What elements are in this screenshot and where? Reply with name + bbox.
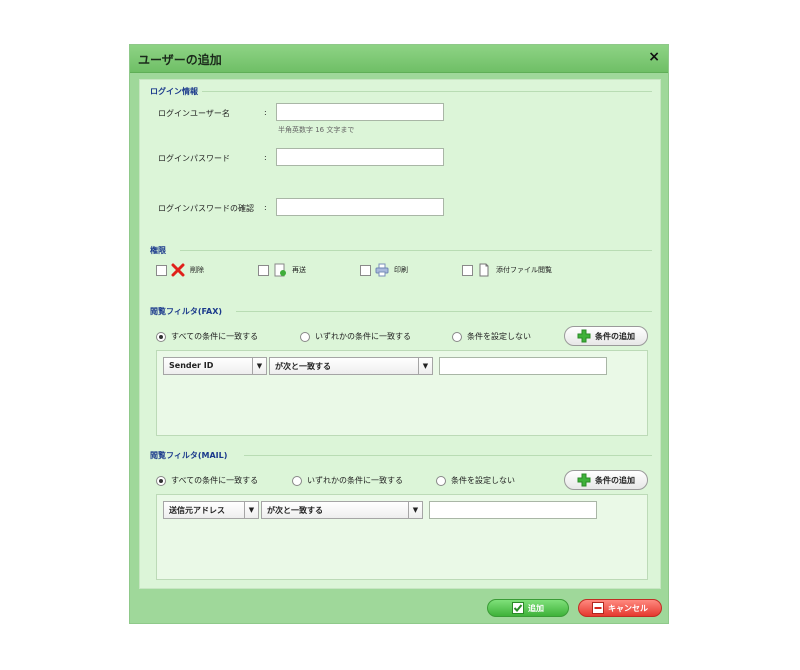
chevron-down-icon: ▼: [408, 502, 422, 518]
dialog-content-panel: ログイン情報 ログインユーザー名 : 半角英数字 16 文字まで ログインパスワ…: [139, 79, 661, 589]
select-value: Sender ID: [169, 361, 214, 370]
radio-button[interactable]: [436, 475, 446, 486]
fax-operator-select[interactable]: が次と一致する ▼: [269, 357, 433, 375]
section-title-login: ログイン情報: [150, 87, 198, 96]
permission-print[interactable]: 印刷: [360, 263, 408, 277]
section-title-mail-filter: 閲覧フィルタ(MAIL): [150, 451, 228, 460]
attachment-document-icon: [479, 263, 489, 277]
radio-button[interactable]: [156, 475, 166, 486]
permission-label: 添付ファイル閲覧: [496, 266, 552, 274]
fax-condition-value-input[interactable]: [439, 357, 607, 375]
mail-add-condition-button[interactable]: 条件の追加: [564, 470, 648, 490]
dialog-title-bar: ユーザーの追加 ×: [130, 45, 668, 73]
printer-icon: [375, 263, 389, 277]
mail-condition-list: 送信元アドレス ▼ が次と一致する ▼: [156, 494, 648, 580]
dialog-title: ユーザーの追加: [138, 53, 222, 67]
username-hint: 半角英数字 16 文字まで: [278, 126, 355, 134]
mail-radio-none[interactable]: 条件を設定しない: [436, 475, 515, 486]
fax-radio-none[interactable]: 条件を設定しない: [452, 331, 531, 342]
add-condition-label: 条件の追加: [595, 475, 635, 485]
permission-delete-checkbox[interactable]: [156, 264, 167, 276]
section-title-fax-filter: 閲覧フィルタ(FAX): [150, 307, 223, 316]
mail-operator-select[interactable]: が次と一致する ▼: [261, 501, 423, 519]
permission-delete[interactable]: 削除: [156, 263, 204, 277]
add-button[interactable]: 追加: [487, 599, 569, 617]
chevron-down-icon: ▼: [252, 358, 266, 374]
plus-icon: [577, 329, 591, 343]
fax-radio-all[interactable]: すべての条件に一致する: [156, 331, 258, 342]
mail-field-select[interactable]: 送信元アドレス ▼: [163, 501, 259, 519]
permission-print-checkbox[interactable]: [360, 264, 371, 276]
add-button-label: 追加: [528, 603, 544, 613]
divider: [202, 91, 652, 92]
username-input[interactable]: [276, 103, 444, 121]
divider: [244, 455, 652, 456]
username-label: ログインユーザー名: [158, 109, 230, 118]
password-label: ログインパスワード: [158, 154, 230, 163]
fax-field-select[interactable]: Sender ID ▼: [163, 357, 267, 375]
plus-icon: [577, 473, 591, 487]
fax-add-condition-button[interactable]: 条件の追加: [564, 326, 648, 346]
permission-label: 再送: [292, 266, 306, 274]
radio-label: いずれかの条件に一致する: [307, 476, 403, 485]
mail-radio-all[interactable]: すべての条件に一致する: [156, 475, 258, 486]
cancel-button[interactable]: キャンセル: [578, 599, 662, 617]
permission-resend-checkbox[interactable]: [258, 264, 269, 276]
permission-attachment[interactable]: 添付ファイル閲覧: [462, 263, 552, 277]
check-icon: [512, 602, 524, 614]
divider: [236, 311, 652, 312]
password-input[interactable]: [276, 148, 444, 166]
radio-button[interactable]: [452, 331, 462, 342]
close-icon[interactable]: ×: [648, 49, 660, 65]
radio-button[interactable]: [156, 331, 166, 342]
divider: [180, 250, 652, 251]
permission-attachment-checkbox[interactable]: [462, 264, 473, 276]
permission-resend[interactable]: 再送: [258, 263, 306, 277]
radio-label: すべての条件に一致する: [171, 332, 259, 341]
select-value: が次と一致する: [267, 506, 323, 515]
mail-radio-any[interactable]: いずれかの条件に一致する: [292, 475, 403, 486]
permission-label: 削除: [190, 266, 204, 274]
chevron-down-icon: ▼: [418, 358, 432, 374]
add-user-dialog: ユーザーの追加 × ログイン情報 ログインユーザー名 : 半角英数字 16 文字…: [129, 44, 669, 624]
chevron-down-icon: ▼: [244, 502, 258, 518]
radio-button[interactable]: [300, 331, 310, 342]
add-condition-label: 条件の追加: [595, 331, 635, 341]
section-title-permissions: 権限: [150, 246, 166, 255]
colon: :: [264, 203, 267, 212]
permission-label: 印刷: [394, 266, 408, 274]
radio-label: いずれかの条件に一致する: [315, 332, 411, 341]
radio-label: 条件を設定しない: [451, 476, 515, 485]
select-value: が次と一致する: [275, 362, 331, 371]
radio-label: 条件を設定しない: [467, 332, 531, 341]
delete-x-icon: [171, 263, 185, 277]
cancel-button-label: キャンセル: [608, 603, 648, 613]
fax-condition-list: Sender ID ▼ が次と一致する ▼: [156, 350, 648, 436]
confirm-password-input[interactable]: [276, 198, 444, 216]
mail-condition-value-input[interactable]: [429, 501, 597, 519]
minus-icon: [592, 602, 604, 614]
resend-document-icon: [274, 263, 286, 277]
colon: :: [264, 108, 267, 117]
fax-radio-any[interactable]: いずれかの条件に一致する: [300, 331, 411, 342]
confirm-password-label: ログインパスワードの確認: [158, 204, 254, 213]
radio-button[interactable]: [292, 475, 302, 486]
radio-label: すべての条件に一致する: [171, 476, 259, 485]
select-value: 送信元アドレス: [169, 506, 225, 515]
colon: :: [264, 153, 267, 162]
